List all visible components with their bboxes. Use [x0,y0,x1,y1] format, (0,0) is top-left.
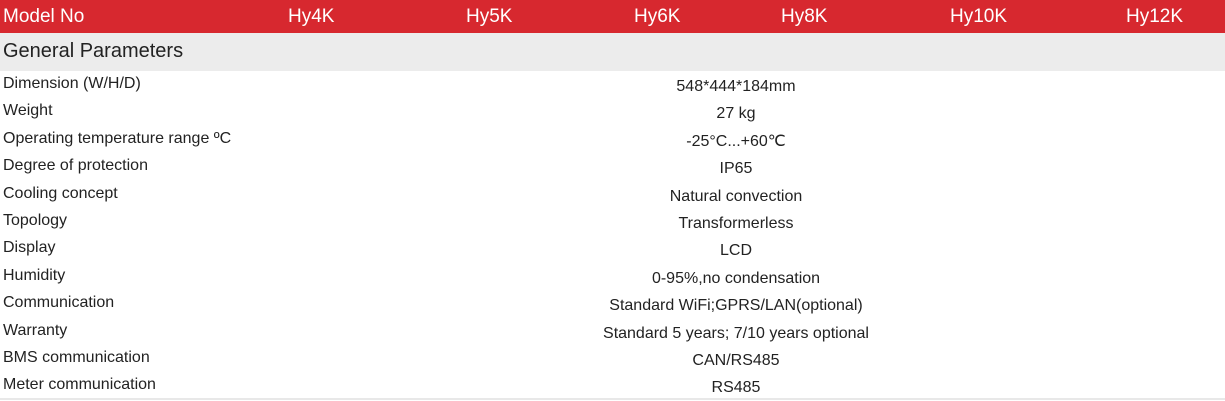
row-value: Standard 5 years; 7/10 years optional [603,324,869,342]
row-label: Cooling concept [3,184,118,202]
row-value: Standard WiFi;GPRS/LAN(optional) [609,297,863,315]
row-label: Warranty [3,321,68,339]
table-row: Weight 27 kg [0,98,1225,125]
row-label: Topology [3,211,68,229]
row-value: 27 kg [716,105,756,123]
row-label: Humidity [3,266,66,284]
table-row: Communication Standard WiFi;GPRS/LAN(opt… [0,290,1225,317]
row-value: Transformerless [678,214,794,232]
row-value: Natural convection [669,187,803,205]
table-row: Humidity 0-95%,no condensation [0,263,1225,290]
row-label: Degree of protection [3,157,148,175]
row-value: CAN/RS485 [692,351,780,369]
section-title: General Parameters [3,40,184,62]
row-value: -25°C...+60℃ [686,132,786,150]
table-row: Degree of protection IP65 [0,153,1225,180]
table-row: Warranty Standard 5 years; 7/10 years op… [0,318,1225,345]
table-row: BMS communication CAN/RS485 [0,345,1225,372]
row-value: LCD [719,242,752,260]
row-label: Weight [3,102,53,120]
model-hy10k: Hy10K [950,6,1008,27]
table-row: Dimension (W/H/D) 548*444*184mm [0,71,1225,98]
table-row: Meter communication RS485 [0,372,1225,399]
row-label: Operating temperature range ºC [3,129,232,147]
parameters-table: Dimension (W/H/D) 548*444*184mm Weight 2… [0,71,1225,400]
row-value: 0-95%,no condensation [651,269,821,287]
row-label: Communication [3,294,115,312]
model-hy4k: Hy4K [288,6,335,27]
row-value: 548*444*184mm [676,78,796,95]
table-row: Operating temperature range ºC -25°C...+… [0,126,1225,153]
row-label: BMS communication [3,348,150,366]
row-value: RS485 [711,379,761,397]
model-hy5k: Hy5K [466,6,513,27]
row-label: Meter communication [3,376,156,394]
table-row: Display LCD [0,235,1225,262]
row-label: Dimension (W/H/D) [3,75,141,92]
bottom-divider [0,398,1225,400]
model-header-bar: Model No Hy4K Hy5K Hy6K Hy8K Hy10K Hy12K [0,0,1225,33]
section-header: General Parameters [0,33,1225,71]
model-hy8k: Hy8K [781,6,828,27]
model-hy12k: Hy12K [1126,6,1184,27]
model-no-label: Model No [3,6,85,27]
model-hy6k: Hy6K [634,6,681,27]
row-label: Display [3,239,56,257]
row-value: IP65 [719,160,753,178]
table-row: Cooling concept Natural convection [0,181,1225,208]
table-row: Topology Transformerless [0,208,1225,235]
